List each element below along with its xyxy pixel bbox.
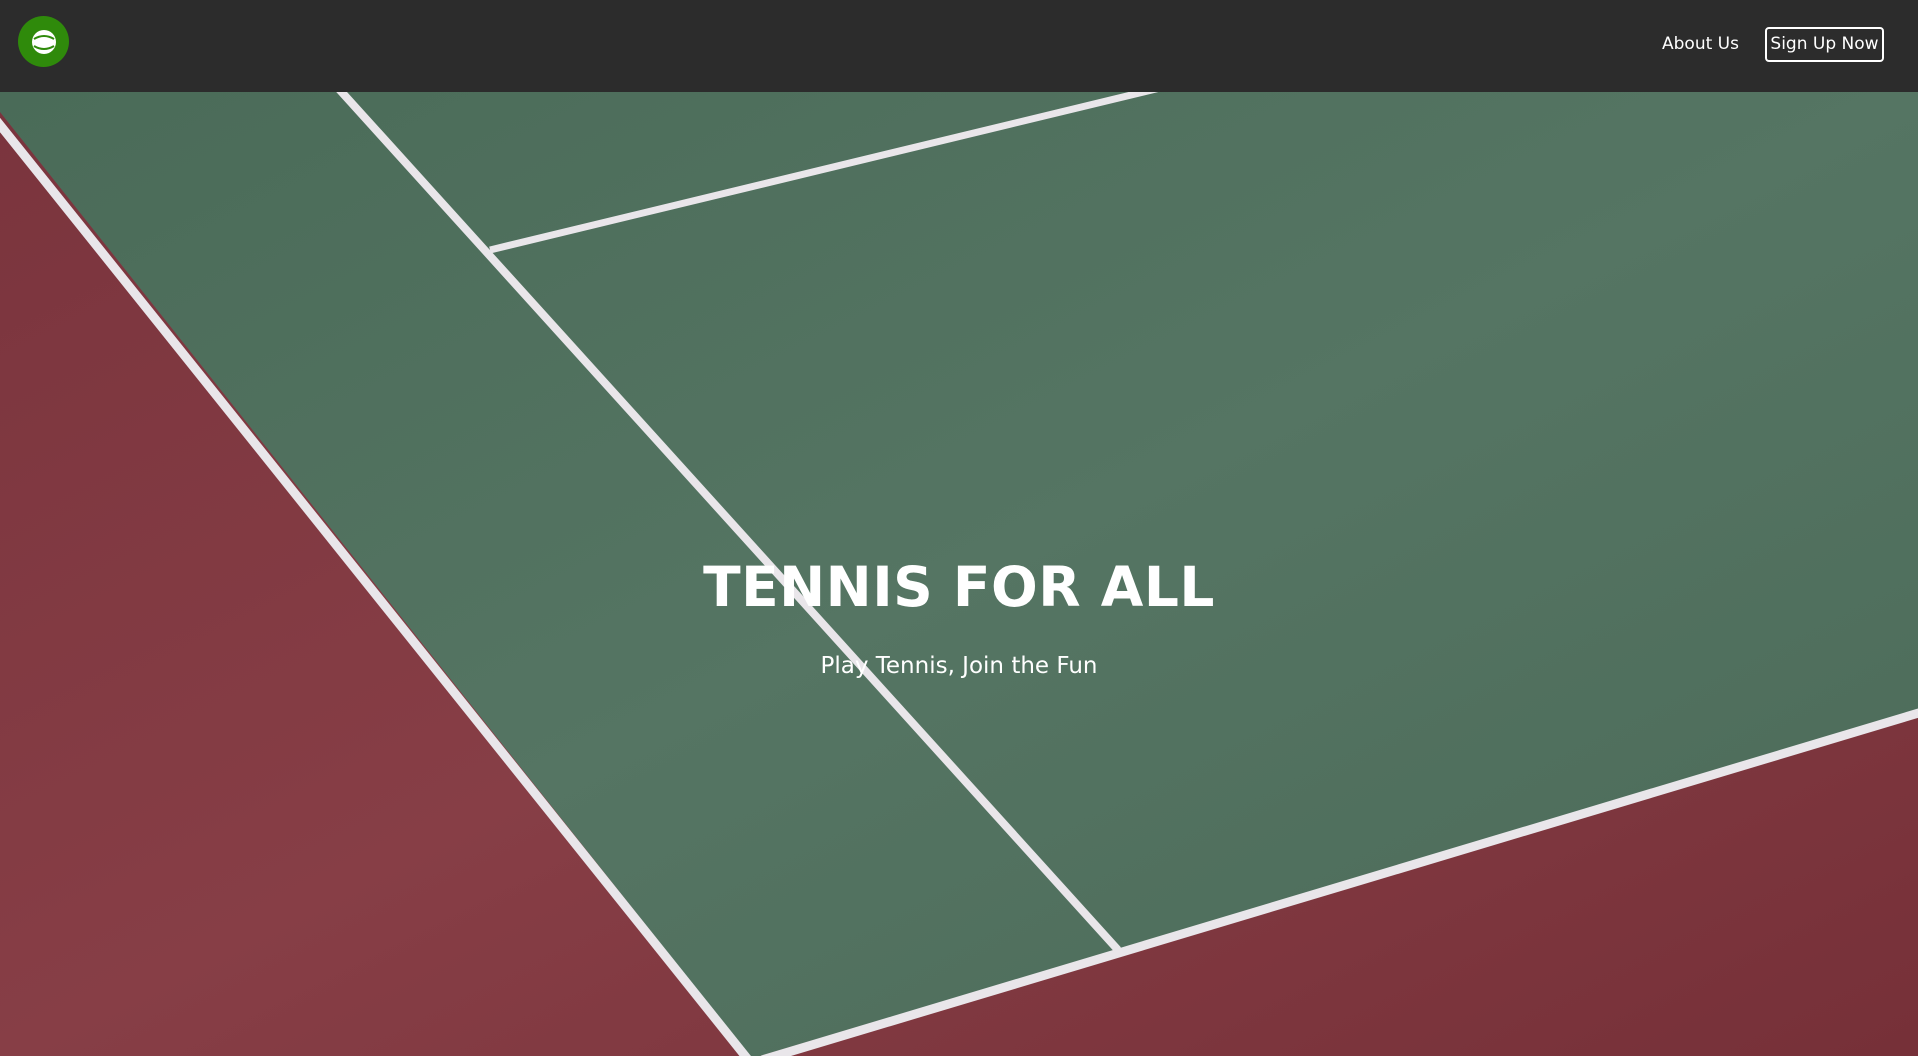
about-us-link[interactable]: About Us (1662, 32, 1739, 56)
tennis-ball-logo-icon[interactable] (18, 16, 69, 67)
sign-up-button[interactable]: Sign Up Now (1765, 27, 1884, 62)
logo-ball-icon (31, 29, 56, 54)
hero-section: TENNIS FOR ALL Play Tennis, Join the Fun (0, 92, 1918, 1056)
hero-title: TENNIS FOR ALL (703, 555, 1215, 619)
hero-subtitle: Play Tennis, Join the Fun (820, 653, 1098, 679)
top-navbar: About Us Sign Up Now (0, 0, 1918, 92)
